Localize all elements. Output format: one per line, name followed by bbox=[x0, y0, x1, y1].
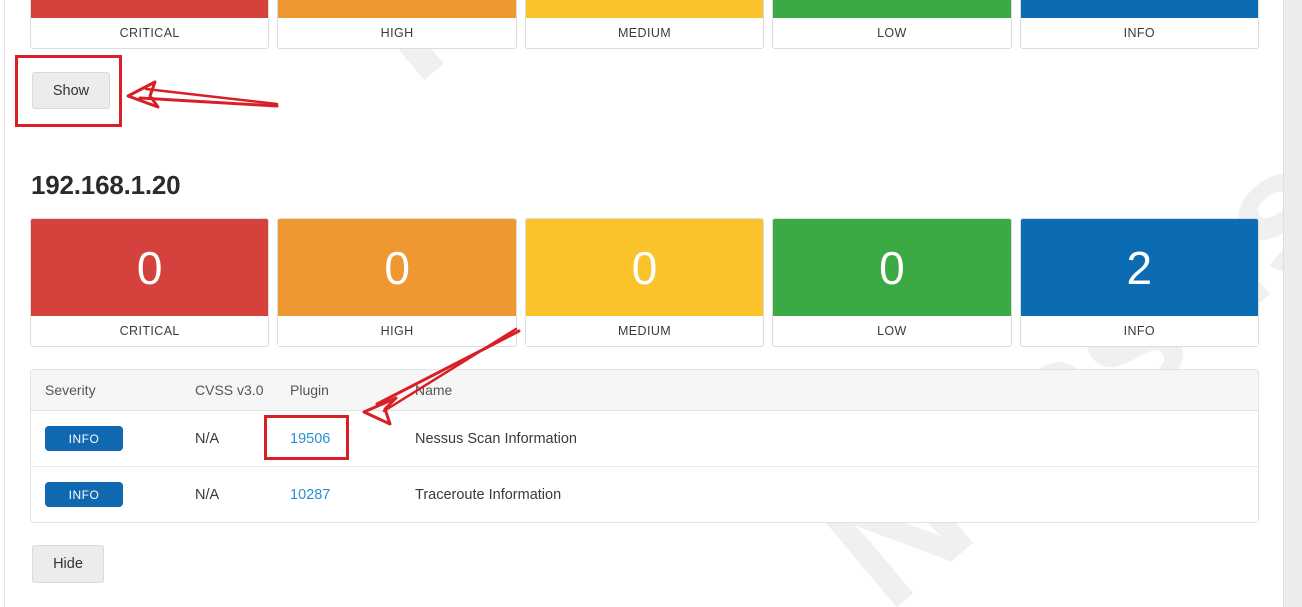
severity-card-label: INFO bbox=[1020, 18, 1259, 48]
severity-card-top-high[interactable]: HIGH bbox=[277, 0, 517, 49]
severity-card-count-area bbox=[1020, 0, 1259, 18]
page-right-scroll-gutter[interactable] bbox=[1283, 0, 1302, 607]
cell-plugin: 10287 bbox=[276, 467, 401, 523]
severity-card-label: CRITICAL bbox=[31, 18, 269, 48]
severity-card-count: 2 bbox=[1126, 241, 1153, 294]
column-header-plugin[interactable]: Plugin bbox=[276, 370, 401, 411]
findings-table-body: INFO N/A 19506 Nessus Scan Information INFO N… bbox=[31, 410, 1258, 523]
severity-card-top-medium[interactable]: MEDIUM bbox=[524, 0, 765, 49]
table-row[interactable]: INFO N/A 19506 Nessus Scan Information bbox=[31, 410, 1258, 467]
severity-card-label: HIGH bbox=[278, 18, 516, 48]
hide-button[interactable]: Hide bbox=[32, 545, 104, 583]
severity-card-count-area: 0 bbox=[773, 219, 1011, 316]
severity-summary-cards-top: CRITICAL HIGH MEDIUM LOW INFO bbox=[30, 0, 1260, 49]
severity-card-label: CRITICAL bbox=[31, 316, 269, 346]
column-header-name[interactable]: Name bbox=[401, 370, 1258, 411]
status-badge[interactable]: INFO bbox=[45, 482, 123, 507]
findings-table-container: Severity CVSS v3.0 Plugin Name INFO N/A 19… bbox=[30, 369, 1259, 523]
severity-card-count: 0 bbox=[384, 241, 410, 294]
cell-name: Traceroute Information bbox=[415, 486, 562, 503]
severity-card-label: LOW bbox=[773, 18, 1011, 48]
report-content: Nessus Nessus CRITICALHIGHMEDIUMLOWINFO … bbox=[6, 0, 1283, 607]
column-header-cvss[interactable]: CVSS v3.0 bbox=[181, 370, 276, 411]
severity-card-count-area bbox=[525, 0, 764, 18]
cell-cvss: N/A bbox=[181, 410, 276, 467]
severity-card-top-info[interactable]: INFO bbox=[1019, 0, 1260, 49]
status-badge[interactable]: INFO bbox=[45, 426, 123, 451]
plugin-id-link[interactable]: 10287 bbox=[290, 487, 330, 503]
severity-card-label: INFO bbox=[1020, 316, 1259, 346]
severity-card-count: 0 bbox=[879, 241, 905, 294]
severity-card-count-area: 2 bbox=[1020, 219, 1259, 316]
severity-card-top-low[interactable]: LOW bbox=[772, 0, 1012, 49]
severity-card-info[interactable]: 2 INFO bbox=[1019, 218, 1260, 347]
severity-card-critical[interactable]: 0 CRITICAL bbox=[30, 218, 270, 347]
severity-card-count-area bbox=[773, 0, 1011, 18]
severity-card-label: HIGH bbox=[278, 316, 516, 346]
page-left-gutter bbox=[0, 0, 5, 607]
column-header-severity[interactable]: Severity bbox=[31, 370, 181, 411]
findings-header-row: Severity CVSS v3.0 Plugin Name bbox=[31, 370, 1258, 411]
severity-card-count-area bbox=[31, 0, 269, 18]
cell-name: Nessus Scan Information bbox=[401, 410, 1258, 467]
severity-card-medium[interactable]: 0 MEDIUM bbox=[524, 218, 765, 347]
nessus-watermark-bottom: Nessus bbox=[789, 108, 1283, 607]
show-button[interactable]: Show bbox=[32, 72, 110, 109]
findings-table-head: Severity CVSS v3.0 Plugin Name bbox=[31, 370, 1258, 411]
nessus-report-screen: Nessus Nessus CRITICALHIGHMEDIUMLOWINFO … bbox=[0, 0, 1302, 607]
findings-table: Severity CVSS v3.0 Plugin Name INFO N/A 19… bbox=[31, 370, 1258, 522]
cell-severity: INFO bbox=[31, 467, 181, 523]
severity-card-label: MEDIUM bbox=[525, 18, 764, 48]
plugin-id-link[interactable]: 19506 bbox=[290, 431, 330, 447]
severity-card-label: LOW bbox=[773, 316, 1011, 346]
severity-card-top-critical[interactable]: CRITICAL bbox=[30, 0, 270, 49]
severity-card-count-area bbox=[278, 0, 516, 18]
severity-card-high[interactable]: 0 HIGH bbox=[277, 218, 517, 347]
severity-card-low[interactable]: 0 LOW bbox=[772, 218, 1012, 347]
severity-card-label: MEDIUM bbox=[525, 316, 764, 346]
cell-cvss: N/A bbox=[195, 486, 220, 503]
severity-card-count: 0 bbox=[136, 241, 163, 294]
cell-severity: INFO bbox=[31, 410, 181, 467]
table-row[interactable]: INFO N/A 10287 Traceroute Information bbox=[31, 467, 1258, 523]
cell-plugin: 19506 bbox=[276, 410, 401, 467]
host-address-heading: 192.168.1.20 bbox=[31, 170, 181, 200]
severity-card-count-area: 0 bbox=[278, 219, 516, 316]
severity-card-count-area: 0 bbox=[525, 219, 764, 316]
severity-summary-cards-host: 0 CRITICAL 0 HIGH 0 MEDIUM 0 LOW 2 INFO bbox=[30, 218, 1260, 347]
severity-card-count: 0 bbox=[631, 241, 658, 294]
severity-card-count-area: 0 bbox=[31, 219, 269, 316]
